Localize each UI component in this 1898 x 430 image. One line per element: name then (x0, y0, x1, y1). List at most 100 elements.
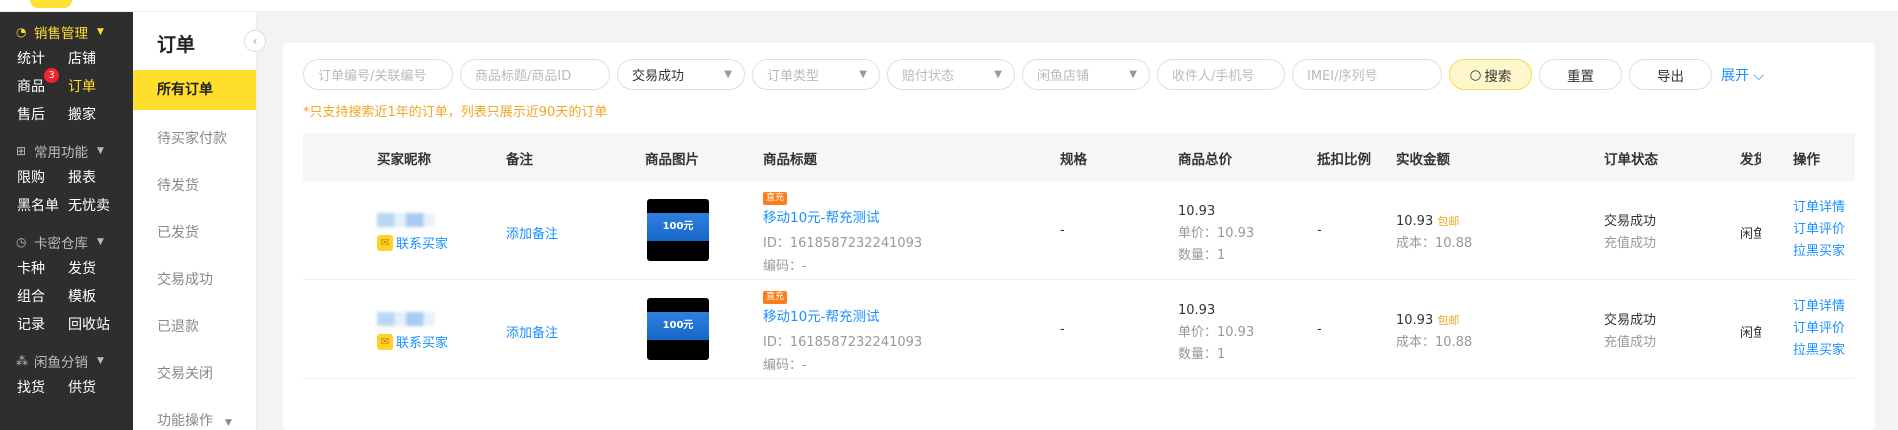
nav-item-combo[interactable]: 组合 (17, 286, 68, 306)
caret-down-icon: ▼ (1129, 69, 1137, 80)
received-info: 10.93 包邮 成本：10.88 (1396, 310, 1472, 354)
filter-bar: 订单编号/关联编号 商品标题/商品ID 交易成功 ▼ 订单类型 ▼ 赔付状态 ▼ 闲鱼… (303, 59, 1764, 90)
nav-item-findgoods[interactable]: 找货 (17, 377, 68, 397)
nav-item-limit[interactable]: 限购 (17, 167, 68, 187)
product-info: 直充 移动10元-帮充测试 ID：1618587232241093 编码：- (763, 288, 922, 373)
imei-input[interactable]: IMEI/序列号 (1292, 59, 1442, 90)
subnav-item-refunded[interactable]: 已退款 (133, 304, 256, 351)
subnav-item-await-payment[interactable]: 待买家付款 (133, 116, 256, 163)
product-info: 直充 移动10元-帮充测试 ID：1618587232241093 编码：- (763, 189, 922, 274)
total-price: 10.93 (1178, 204, 1216, 219)
expand-filters-link[interactable]: 展开 ⌵ (1721, 65, 1764, 85)
grid-icon: ⊞ (16, 144, 27, 158)
caret-down-icon: ▼ (859, 69, 867, 80)
status-info: 交易成功 充值成功 (1604, 310, 1656, 354)
order-review-link[interactable]: 订单评价 (1793, 318, 1845, 340)
receiver-input[interactable]: 收件人/手机号 (1157, 59, 1285, 90)
chevron-left-icon: ‹ (252, 34, 258, 48)
product-id: ID：1618587232241093 (763, 335, 923, 350)
nav-item-orders[interactable]: 订单 (68, 76, 119, 96)
nav-item-goods[interactable]: 商品 3 (17, 68, 68, 96)
goods-count-badge: 3 (44, 68, 59, 83)
nav-item-aftersale[interactable]: 售后 (17, 104, 68, 124)
quantity: 数量：1 (1178, 248, 1226, 263)
search-icon: ○ (1469, 66, 1482, 83)
subnav-item-all-orders[interactable]: 所有订单 (133, 70, 256, 110)
product-title-link[interactable]: 移动10元-帮充测试 (763, 206, 922, 226)
nav-group-sales[interactable]: ◔ 销售管理 ▼ (0, 20, 133, 44)
price-info: 10.93 单价：10.93 数量：1 (1178, 201, 1254, 267)
main-sidebar: ◔ 销售管理 ▼ 统计 店铺 商品 3 订单 售后 搬家 ⊞ 常用功能 ▼ 限购 报表 … (0, 12, 133, 430)
subnav-item-functions[interactable]: 功能操作 ▼ (133, 398, 256, 430)
trade-status-select[interactable]: 交易成功 ▼ (617, 59, 745, 90)
header-total: 商品总价 (1178, 152, 1232, 168)
nav-item-recycle[interactable]: 回收站 (68, 314, 119, 334)
order-detail-link[interactable]: 订单详情 (1793, 296, 1845, 318)
subnav-item-closed[interactable]: 交易关闭 (133, 351, 256, 398)
recharge-status: 充值成功 (1604, 335, 1657, 350)
quantity: 数量：1 (1178, 347, 1226, 362)
export-button[interactable]: 导出 (1629, 59, 1712, 90)
nav-item-records[interactable]: 记录 (17, 314, 68, 334)
spec-value: - (1060, 322, 1065, 337)
nav-item-supply[interactable]: 供货 (68, 377, 119, 397)
nav-item-report[interactable]: 报表 (68, 167, 119, 187)
block-buyer-link[interactable]: 拉黑买家 (1793, 340, 1845, 362)
direct-recharge-tag: 直充 (763, 291, 788, 304)
caret-down-icon: ▼ (225, 418, 232, 428)
header-spec: 规格 (1060, 152, 1087, 168)
add-remark-link[interactable]: 添加备注 (506, 223, 558, 242)
nav-item-blacklist[interactable]: 黑名单 (17, 195, 68, 215)
header-status: 订单状态 (1604, 152, 1658, 168)
block-buyer-link[interactable]: 拉黑买家 (1793, 241, 1845, 263)
product-title-link[interactable]: 移动10元-帮充测试 (763, 305, 922, 325)
collapse-sidebar-button[interactable]: ‹ (244, 30, 266, 52)
subnav-item-await-ship[interactable]: 待发货 (133, 163, 256, 210)
reset-button[interactable]: 重置 (1539, 59, 1622, 90)
order-panel: 订单编号/关联编号 商品标题/商品ID 交易成功 ▼ 订单类型 ▼ 赔付状态 ▼ 闲鱼… (283, 43, 1875, 430)
compensation-select[interactable]: 赔付状态 ▼ (887, 59, 1015, 90)
header-remark: 备注 (506, 152, 533, 168)
order-review-link[interactable]: 订单评价 (1793, 219, 1845, 241)
received-info: 10.93 包邮 成本：10.88 (1396, 211, 1472, 255)
nav-group-distribution[interactable]: ⁂ 闲鱼分销 ▼ (0, 349, 133, 373)
distribution-icon: ⁂ (16, 354, 28, 368)
cost-value: 成本：10.88 (1396, 236, 1473, 251)
header-image: 商品图片 (645, 152, 699, 168)
nav-group-common[interactable]: ⊞ 常用功能 ▼ (0, 139, 133, 163)
nav-item-cardtype[interactable]: 卡种 (17, 258, 68, 278)
free-shipping-tag: 包邮 (1437, 215, 1460, 228)
buyer-nickname-blurred (377, 312, 435, 326)
order-type-select[interactable]: 订单类型 ▼ (752, 59, 880, 90)
chat-icon: ✉ (377, 234, 393, 251)
contact-buyer-link[interactable]: ✉ 联系买家 (377, 332, 448, 351)
sub-sidebar: 订单 所有订单 待买家付款 待发货 已发货 交易成功 已退款 交易关闭 功能操作… (133, 12, 257, 430)
nav-item-move[interactable]: 搬家 (68, 104, 119, 124)
order-detail-link[interactable]: 订单详情 (1793, 197, 1845, 219)
nav-item-template[interactable]: 模板 (68, 286, 119, 306)
subnav-item-shipped[interactable]: 已发货 (133, 210, 256, 257)
product-image[interactable]: 100元 (647, 298, 709, 360)
title-input[interactable]: 商品标题/商品ID (460, 59, 610, 90)
ratio-value: - (1317, 322, 1322, 337)
product-code: 编码：- (763, 358, 807, 373)
nav-group-warehouse[interactable]: ◷ 卡密仓库 ▼ (0, 230, 133, 254)
product-image[interactable]: 100元 (647, 199, 709, 261)
add-remark-link[interactable]: 添加备注 (506, 322, 558, 341)
header-buyer: 买家昵称 (377, 152, 431, 168)
direct-recharge-tag: 直充 (763, 192, 788, 205)
order-no-input[interactable]: 订单编号/关联编号 (303, 59, 453, 90)
search-button[interactable]: ○ 搜索 (1449, 59, 1532, 90)
contact-buyer-link[interactable]: ✉ 联系买家 (377, 233, 448, 252)
subnav-item-success[interactable]: 交易成功 (133, 257, 256, 304)
shop-select[interactable]: 闲鱼店铺 ▼ (1022, 59, 1150, 90)
nav-item-worryfree[interactable]: 无忧卖 (68, 195, 119, 215)
free-shipping-tag: 包邮 (1437, 314, 1460, 327)
nav-item-deliver[interactable]: 发货 (68, 258, 119, 278)
price-info: 10.93 单价：10.93 数量：1 (1178, 300, 1254, 366)
search-hint: *只支持搜索近1年的订单，列表只展示近90天的订单 (303, 105, 608, 120)
header-received: 实收金额 (1396, 152, 1450, 168)
nav-item-stats[interactable]: 统计 (17, 48, 68, 68)
product-id: ID：1618587232241093 (763, 236, 923, 251)
nav-item-shop[interactable]: 店铺 (68, 48, 119, 68)
